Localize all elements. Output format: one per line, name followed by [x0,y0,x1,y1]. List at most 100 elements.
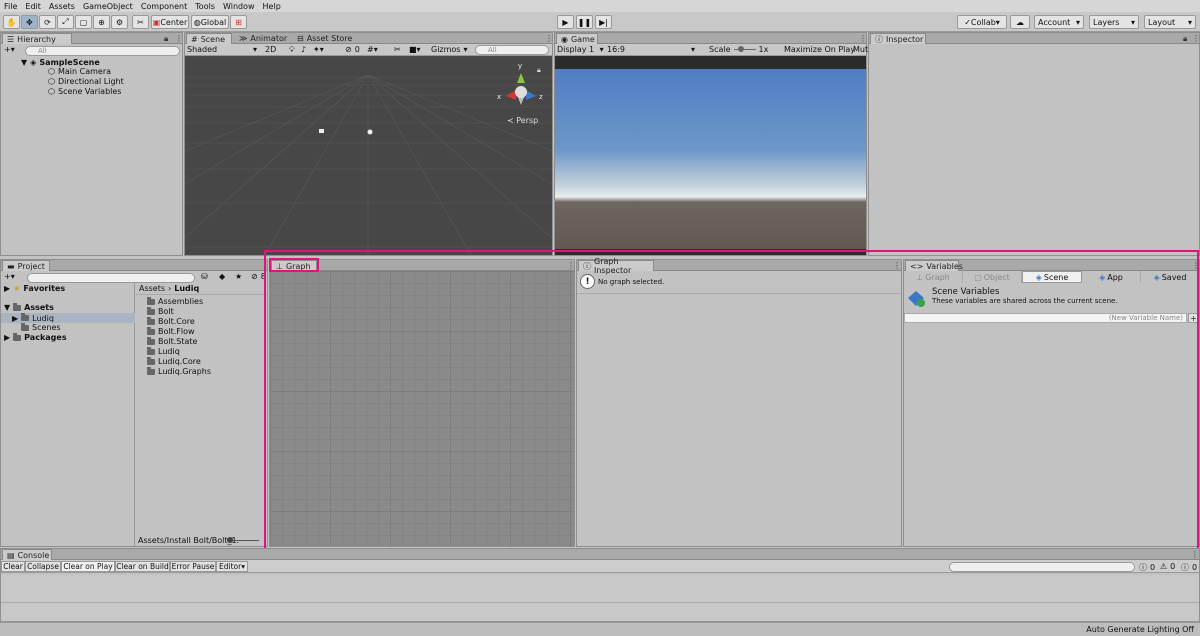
packages-node[interactable]: ▶ Packages [4,332,67,342]
kebab-icon[interactable]: ⋮ [1191,550,1199,559]
zoom-slider[interactable] [227,537,259,543]
hierarchy-item[interactable]: ⬡ Scene Variables [48,87,121,96]
folder-item[interactable]: Ludiq [147,346,180,356]
clear-on-play-toggle[interactable]: Clear on Play [61,561,115,572]
persp-label[interactable]: ≺ Persp [507,116,538,125]
breadcrumb-root[interactable]: Assets [139,284,165,293]
tab-graph[interactable]: ⊥ Graph [271,260,317,271]
menu-tools[interactable]: Tools [191,2,219,11]
layout-dropdown[interactable]: Layout ▾ [1144,15,1196,29]
orientation-gizmo[interactable]: y x z [497,62,544,115]
display-dropdown[interactable]: Display 1 ▾ [557,45,604,54]
kebab-icon[interactable]: ⋮ [175,34,183,43]
menu-window[interactable]: Window [219,2,259,11]
kind-tab-saved[interactable]: ◈ Saved [1141,271,1199,283]
cloud-icon[interactable]: ☁ [1010,15,1030,29]
tab-scene[interactable]: # Scene [186,33,232,44]
error-pause-toggle[interactable]: Error Pause [170,561,216,572]
light-icon[interactable] [367,129,373,135]
folder-item[interactable]: Assemblies [147,296,203,306]
favorite-icon[interactable]: ★ [235,272,242,281]
label-icon[interactable]: ◆ [219,272,225,281]
menu-component[interactable]: Component [137,2,191,11]
kebab-icon[interactable]: ⋮ [859,34,867,43]
kebab-icon[interactable]: ⋮ [545,34,553,43]
scene-grid[interactable] [185,57,552,255]
lock-icon[interactable]: 🔒︎ [1183,34,1187,44]
camera-icon[interactable]: ■▾ [409,45,421,54]
effects-icon[interactable]: ✦▾ [313,45,324,54]
lock-icon[interactable]: 🔒︎ [164,34,168,44]
tab-graph-inspector[interactable]: ⓘ Graph Inspector [578,257,654,275]
tools-icon[interactable]: ✂ [394,45,401,54]
lock-icon[interactable]: 🔒︎ [537,66,541,75]
hand-tool-icon[interactable]: ✋ [3,15,20,29]
clear-button[interactable]: Clear [1,561,25,572]
tab-inspector[interactable]: ⓘ Inspector [870,33,926,44]
space-toggle[interactable]: ◍ Global [191,15,229,29]
folder-item[interactable]: Ludiq.Core [147,356,201,366]
tab-project[interactable]: ▬ Project [2,260,50,271]
move-tool-icon[interactable]: ✥ [21,15,38,29]
kind-tab-object[interactable]: ▢ Object [963,271,1022,283]
hierarchy-item[interactable]: ⬡ Directional Light [48,77,124,86]
collapse-toggle[interactable]: Collapse [25,561,61,572]
rotate-tool-icon[interactable]: ⟳ [39,15,56,29]
kebab-icon[interactable]: ⋮ [567,261,575,270]
kind-tab-app[interactable]: ◈ App [1082,271,1141,283]
folder-item[interactable]: Bolt.Flow [147,326,195,336]
menu-help[interactable]: Help [259,2,285,11]
kebab-icon[interactable]: ⋮ [1192,261,1200,270]
scale-slider[interactable]: Scale 1x [709,45,768,54]
menu-assets[interactable]: Assets [45,2,79,11]
lighting-icon[interactable]: 💡︎ [289,45,295,55]
mute-toggle[interactable]: Mut [853,45,868,54]
create-button[interactable]: +▾ [4,45,15,54]
menu-gameobject[interactable]: GameObject [79,2,137,11]
kebab-icon[interactable]: ⋮ [893,261,901,270]
scale-tool-icon[interactable]: ⤢ [57,15,74,29]
favorites-node[interactable]: ▶ ★ Favorites [4,284,65,293]
menu-file[interactable]: File [0,2,21,11]
kind-tab-graph[interactable]: ⊥ Graph [904,271,963,283]
folder-item[interactable]: Bolt.Core [147,316,195,326]
hidden-objects-toggle[interactable]: ⊘ 0 [345,45,360,54]
console-search-input[interactable] [949,562,1135,572]
layers-dropdown[interactable]: Layers ▾ [1089,15,1139,29]
new-variable-input[interactable]: (New Variable Name) [904,313,1187,323]
snap-icon[interactable]: ⊞ [230,15,247,29]
maximize-toggle[interactable]: Maximize On Play [784,45,855,54]
folder-item[interactable]: Bolt [147,306,174,316]
pause-button[interactable]: ❚❚ [576,15,593,29]
assets-node[interactable]: ▼ Assets [4,302,54,312]
search-by-type-icon[interactable]: ⛁ [201,272,208,281]
pivot-toggle[interactable]: ▣ Center [151,15,189,29]
tree-item-scenes[interactable]: Scenes [21,322,61,332]
tab-console[interactable]: ▤ Console [2,549,52,560]
account-dropdown[interactable]: Account ▾ [1034,15,1084,29]
hierarchy-search-input[interactable]: All [25,46,180,56]
clear-on-build-toggle[interactable]: Clear on Build [115,561,170,572]
folder-item[interactable]: Bolt.State [147,336,197,346]
create-button[interactable]: +▾ [4,272,15,281]
tab-variables[interactable]: <> Variables [905,260,963,271]
collab-button[interactable]: ✓ Collab ▾ [957,15,1007,29]
folder-item[interactable]: Ludiq.Graphs [147,366,211,376]
warning-count-toggle[interactable]: ⚠ 0 [1160,562,1175,571]
mode-2d-toggle[interactable]: 2D [265,45,276,54]
camera-gizmo-icon[interactable] [319,129,324,133]
tab-animator[interactable]: ≫ Animator [235,33,291,44]
editor-dropdown[interactable]: Editor ▾ [216,561,248,572]
add-variable-button[interactable]: + [1188,313,1199,323]
hierarchy-item[interactable]: ⬡ Main Camera [48,67,111,76]
console-log-area[interactable] [1,575,1199,621]
gizmos-dropdown[interactable]: Gizmos ▾ [431,45,468,54]
custom-tool-icon[interactable]: ⚙ [111,15,128,29]
breadcrumb-current[interactable]: Ludiq [174,284,199,293]
game-viewport[interactable] [555,69,866,249]
info-count-toggle[interactable]: ⓘ 0 [1139,562,1155,573]
scene-search-input[interactable]: All [475,45,549,55]
grid-toggle-icon[interactable]: #▾ [367,45,378,54]
play-button[interactable]: ▶ [557,15,574,29]
hidden-packages-toggle[interactable]: ⊘ 8 [251,272,266,281]
